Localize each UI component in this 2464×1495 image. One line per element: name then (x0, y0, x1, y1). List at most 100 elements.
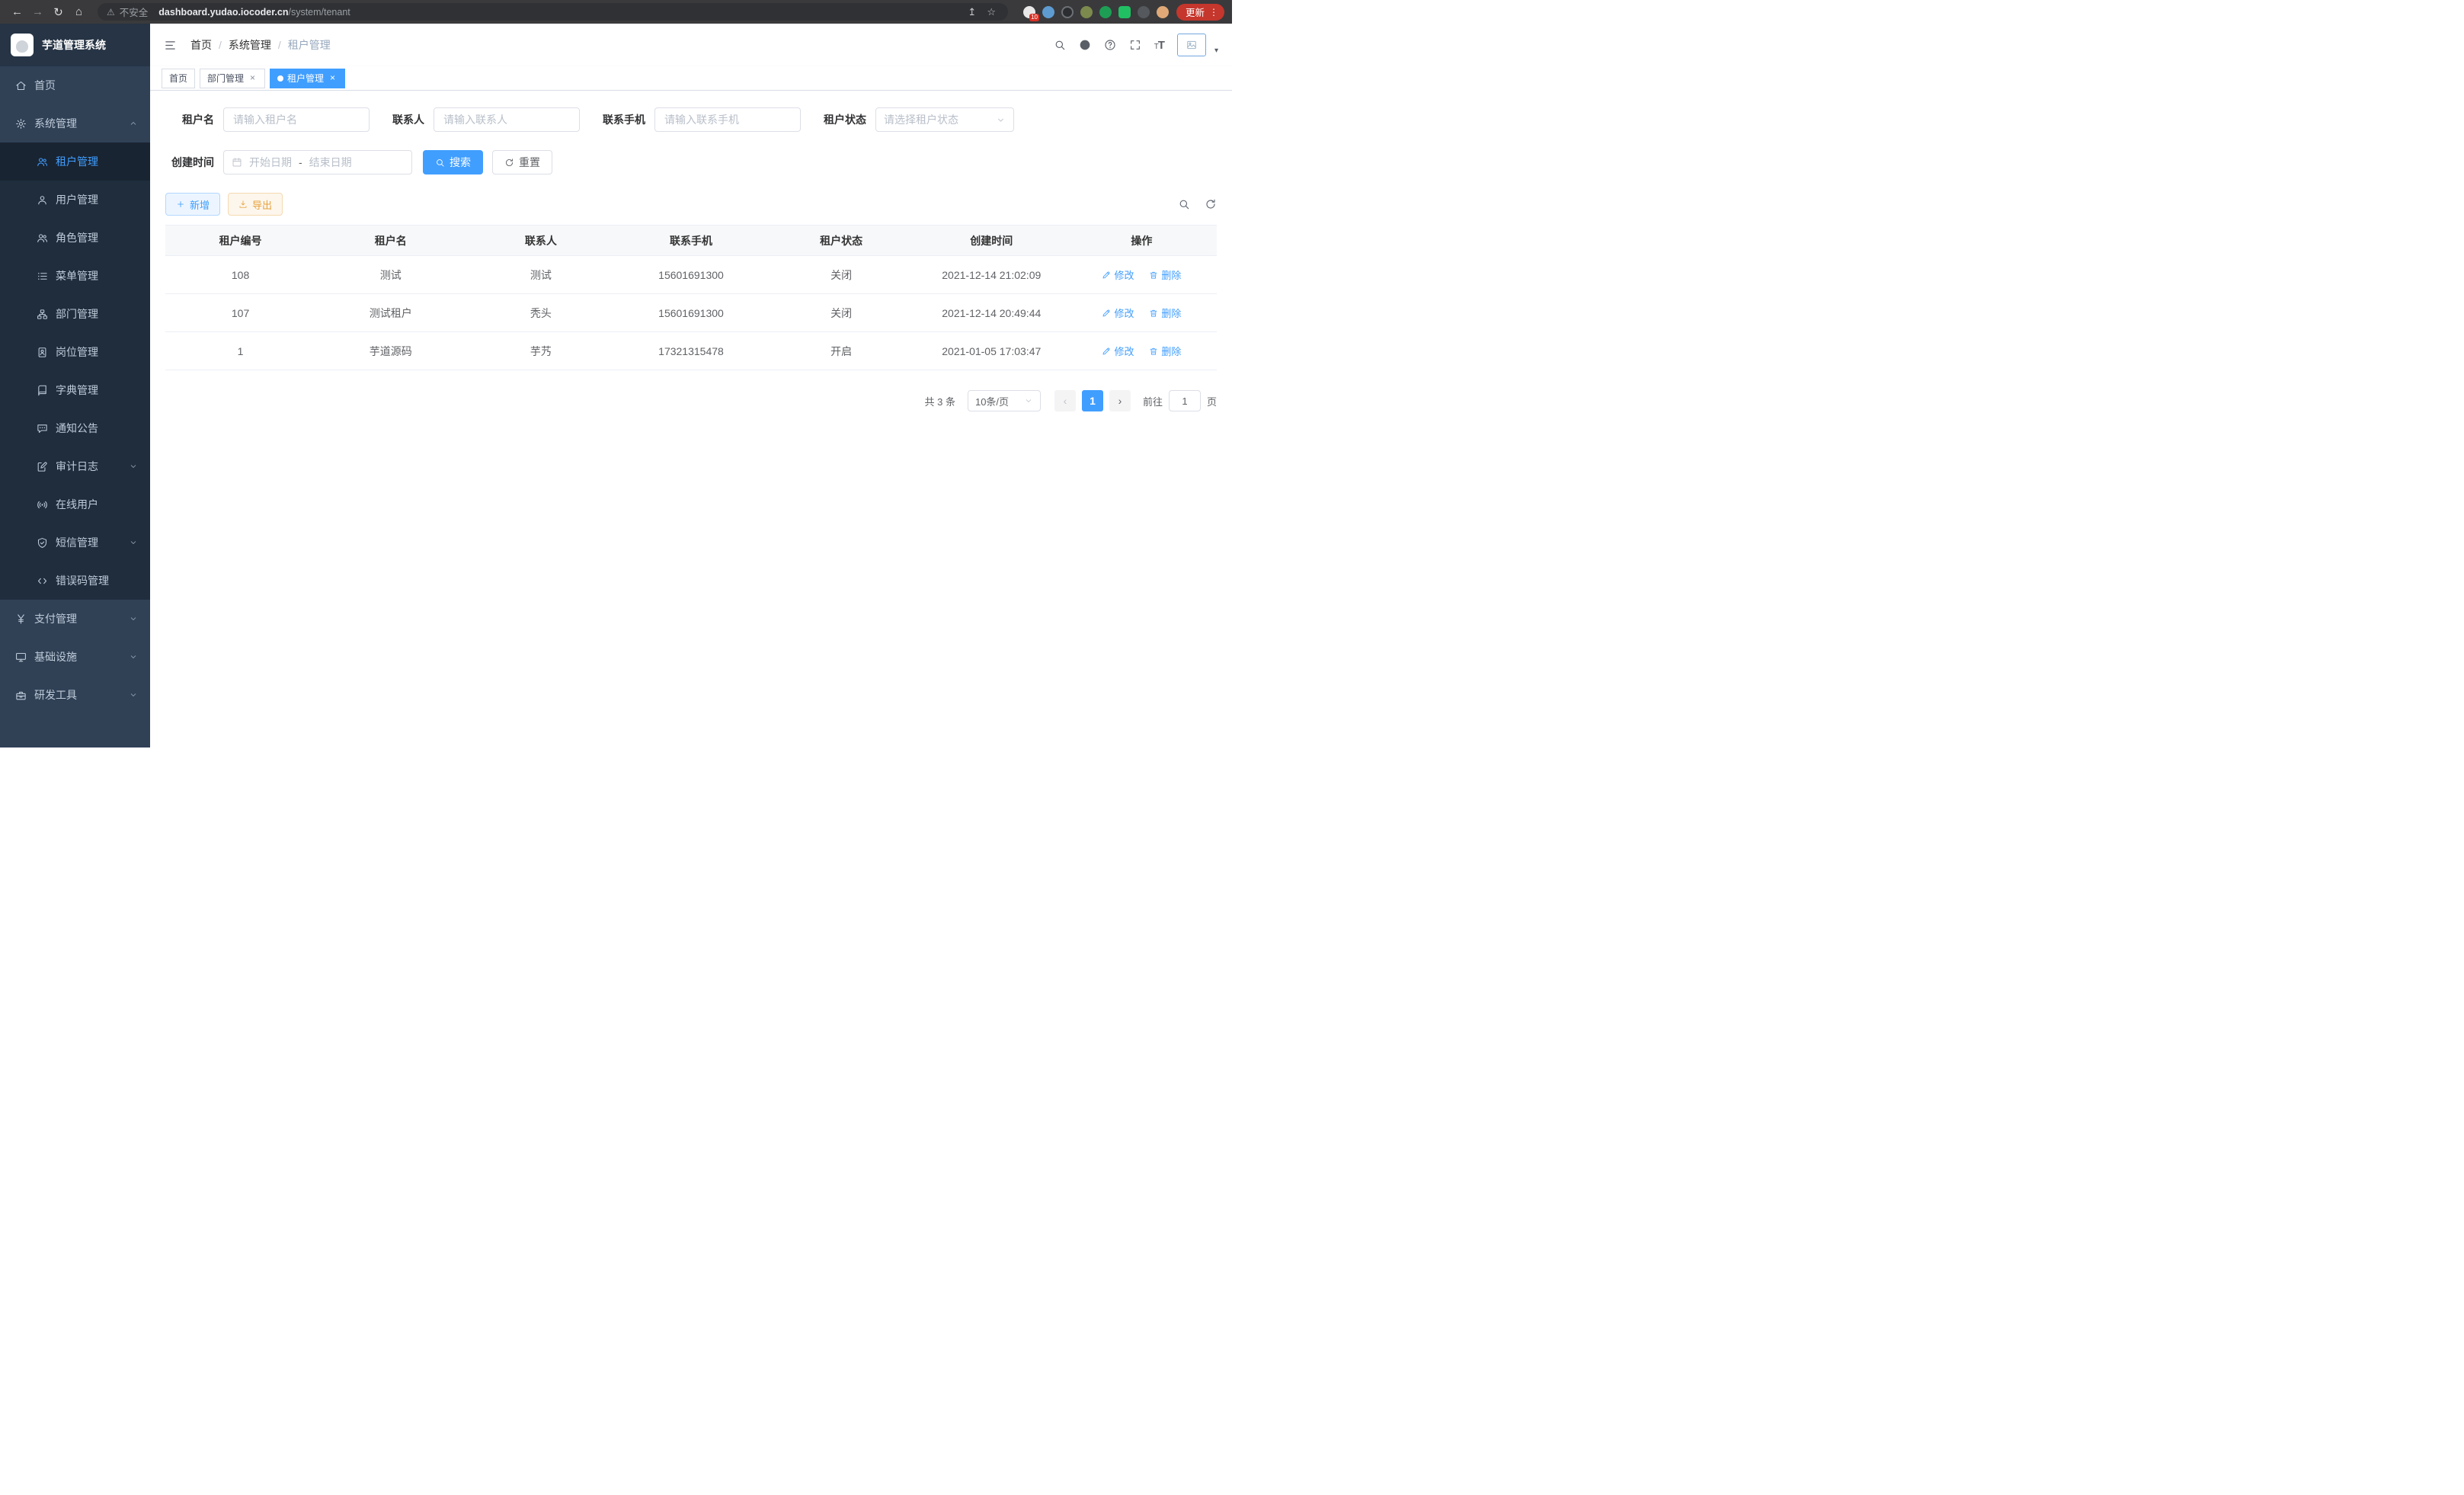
delete-link[interactable]: 删除 (1149, 344, 1181, 358)
column-header-name: 租户名 (315, 226, 466, 256)
screen: ← → ↻ ⌂ ⚠ 不安全 dashboard.yudao.iocoder.cn… (0, 0, 1232, 748)
edit-link[interactable]: 修改 (1102, 344, 1134, 358)
bookmark-star-icon[interactable]: ☆ (984, 6, 999, 18)
search-button[interactable]: 搜索 (423, 150, 483, 174)
sidebar-item-dept[interactable]: 部门管理 (0, 295, 150, 333)
extension-icon-3[interactable] (1061, 6, 1074, 18)
export-button-label: 导出 (252, 197, 272, 212)
browser-home-button[interactable]: ⌂ (69, 2, 88, 21)
page-size-select[interactable]: 10条/页 (968, 390, 1041, 411)
header-search-button[interactable] (1054, 39, 1066, 51)
goto-page-input[interactable] (1169, 390, 1201, 411)
tab-close-icon[interactable]: × (328, 73, 338, 83)
add-button[interactable]: 新增 (165, 193, 220, 216)
column-header-ops: 操作 (1067, 226, 1217, 256)
toggle-search-button[interactable] (1178, 198, 1190, 210)
extension-icon-6[interactable] (1118, 6, 1131, 18)
calendar-icon (232, 157, 242, 168)
share-icon[interactable]: ↥ (965, 6, 979, 18)
sidebar-item-user[interactable]: 用户管理 (0, 181, 150, 219)
delete-link[interactable]: 删除 (1149, 306, 1181, 320)
user-avatar[interactable] (1177, 34, 1206, 56)
browser-back-button[interactable]: ← (8, 2, 27, 21)
extension-icon-7[interactable] (1138, 6, 1150, 18)
sidebar-item-post[interactable]: 岗位管理 (0, 333, 150, 371)
sidebar-item-dev-tools[interactable]: 研发工具 (0, 676, 150, 714)
sidebar-item-dict[interactable]: 字典管理 (0, 371, 150, 409)
prev-page-button[interactable]: ‹ (1054, 390, 1076, 411)
sidebar-item-sms[interactable]: 短信管理 (0, 523, 150, 562)
edit-link[interactable]: 修改 (1102, 306, 1134, 320)
table-row[interactable]: 107 测试租户 秃头 15601691300 关闭 2021-12-14 20… (165, 294, 1217, 332)
sidebar-item-audit-log[interactable]: 审计日志 (0, 447, 150, 485)
cell-phone: 15601691300 (616, 256, 766, 294)
sidebar-toggle-icon[interactable] (164, 39, 177, 52)
font-size-button[interactable]: TT (1154, 39, 1164, 52)
address-bar[interactable]: ⚠ 不安全 dashboard.yudao.iocoder.cn/system/… (98, 3, 1008, 21)
export-button[interactable]: 导出 (228, 193, 283, 216)
sidebar-item-error-code[interactable]: 错误码管理 (0, 562, 150, 600)
sidebar-item-payment[interactable]: 支付管理 (0, 600, 150, 638)
chevron-down-icon (129, 690, 138, 699)
tab-dept[interactable]: 部门管理 × (200, 69, 265, 88)
github-link[interactable] (1079, 39, 1091, 51)
avatar-caret-icon[interactable]: ▾ (1214, 46, 1218, 55)
table-row[interactable]: 108 测试 测试 15601691300 关闭 2021-12-14 21:0… (165, 256, 1217, 294)
chrome-update-button[interactable]: 更新 ⋮ (1176, 4, 1224, 21)
tab-tenant[interactable]: 租户管理 × (270, 69, 345, 88)
extension-icon-4[interactable] (1080, 6, 1093, 18)
search-button-label: 搜索 (450, 155, 471, 170)
sidebar-item-menu[interactable]: 菜单管理 (0, 257, 150, 295)
breadcrumb-home[interactable]: 首页 (190, 37, 212, 53)
cell-contact: 芋艿 (466, 332, 616, 370)
extension-badge: 10 (1029, 14, 1039, 21)
page-number-1[interactable]: 1 (1082, 390, 1103, 411)
sidebar-item-online-user[interactable]: 在线用户 (0, 485, 150, 523)
tab-close-icon[interactable]: × (248, 73, 258, 83)
app-logo[interactable]: 芋道管理系统 (0, 24, 150, 66)
refresh-table-button[interactable] (1205, 198, 1217, 210)
column-header-created: 创建时间 (917, 226, 1067, 256)
org-tree-icon (37, 309, 48, 320)
sidebar-item-notice[interactable]: 通知公告 (0, 409, 150, 447)
sidebar-item-label: 字典管理 (56, 383, 98, 398)
trash-icon (1149, 271, 1158, 280)
tenant-status-select[interactable]: 请选择租户状态 (875, 107, 1014, 132)
edit-link[interactable]: 修改 (1102, 267, 1134, 282)
sidebar-item-infra[interactable]: 基础设施 (0, 638, 150, 676)
extension-icon-5[interactable] (1099, 6, 1112, 18)
fullscreen-button[interactable] (1129, 39, 1141, 51)
reset-button[interactable]: 重置 (492, 150, 552, 174)
next-page-button[interactable]: › (1109, 390, 1131, 411)
sidebar: 芋道管理系统 首页 系统管理 租户管理 (0, 24, 150, 748)
chrome-menu-icon[interactable]: ⋮ (1209, 7, 1218, 18)
goto-unit: 页 (1207, 394, 1217, 408)
extension-icon-8[interactable] (1157, 6, 1169, 18)
extension-icon-1[interactable]: 10 (1023, 6, 1035, 18)
extension-icon-2[interactable] (1042, 6, 1054, 18)
active-tab-dot (277, 75, 283, 82)
sidebar-item-role[interactable]: 角色管理 (0, 219, 150, 257)
create-time-range-picker[interactable]: 开始日期 - 结束日期 (223, 150, 412, 174)
breadcrumb-system[interactable]: 系统管理 (229, 37, 271, 53)
edit-label: 修改 (1114, 306, 1134, 320)
tenant-name-input[interactable] (223, 107, 370, 132)
sidebar-item-label: 岗位管理 (56, 344, 98, 360)
sidebar-item-system[interactable]: 系统管理 (0, 104, 150, 142)
cell-status: 关闭 (766, 256, 917, 294)
question-icon (1104, 39, 1116, 51)
contact-input[interactable] (434, 107, 580, 132)
help-button[interactable] (1104, 39, 1116, 51)
sidebar-item-home[interactable]: 首页 (0, 66, 150, 104)
browser-forward-button[interactable]: → (28, 2, 47, 21)
edit-icon (1102, 309, 1111, 318)
list-icon (37, 271, 48, 282)
tab-home[interactable]: 首页 (162, 69, 195, 88)
logo-image (11, 34, 34, 56)
contact-phone-input[interactable] (654, 107, 801, 132)
refresh-icon (504, 158, 514, 168)
sidebar-item-tenant[interactable]: 租户管理 (0, 142, 150, 181)
table-row[interactable]: 1 芋道源码 芋艿 17321315478 开启 2021-01-05 17:0… (165, 332, 1217, 370)
delete-link[interactable]: 删除 (1149, 267, 1181, 282)
browser-reload-button[interactable]: ↻ (49, 2, 68, 21)
